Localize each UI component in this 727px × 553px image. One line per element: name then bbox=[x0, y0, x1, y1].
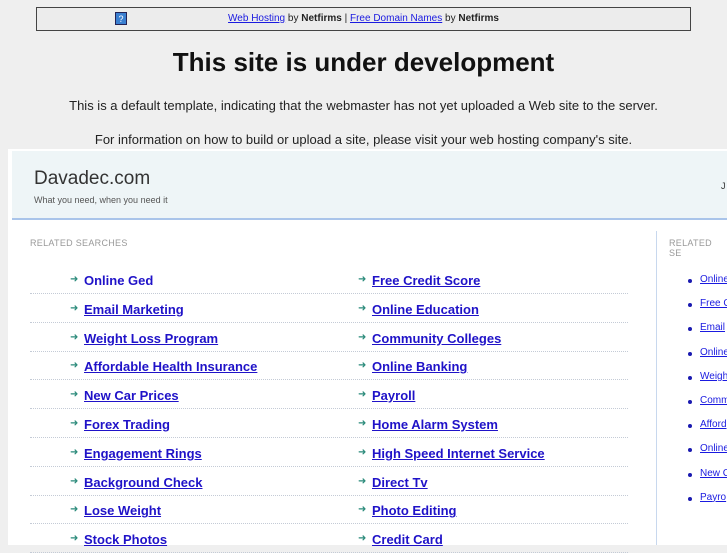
bullet-icon bbox=[688, 375, 692, 380]
page-title: This site is under development bbox=[172, 47, 555, 77]
bullet-icon bbox=[688, 472, 692, 477]
sidebar-search-link[interactable]: Comm bbox=[700, 395, 727, 406]
bullet-icon bbox=[688, 400, 692, 404]
arrow-icon: ➜ bbox=[358, 446, 367, 458]
search-row: ➜ Email Marketing ➜ Online Education bbox=[30, 294, 628, 323]
arrow-icon: ➜ bbox=[358, 475, 367, 487]
sidebar-search-link[interactable]: Weigh bbox=[700, 371, 727, 382]
bullet-icon bbox=[688, 279, 692, 283]
arrow-icon: ➜ bbox=[70, 302, 79, 314]
bullet-icon bbox=[688, 496, 692, 501]
info-text-2: For information on how to build or uploa… bbox=[94, 132, 633, 147]
sidebar-divider bbox=[656, 231, 657, 545]
arrow-icon: ➜ bbox=[70, 504, 79, 516]
free-domain-link[interactable]: Free Domain Names bbox=[350, 13, 442, 24]
arrow-icon: ➜ bbox=[70, 331, 79, 343]
bullet-icon bbox=[688, 303, 692, 308]
sidebar-heading: RELATED SE bbox=[669, 238, 712, 258]
related-search-link[interactable]: Community Colleges bbox=[372, 331, 501, 346]
related-search-link[interactable]: Lose Weight bbox=[84, 503, 161, 518]
related-search-link[interactable]: Online Banking bbox=[372, 359, 467, 374]
bullet-icon bbox=[688, 424, 692, 429]
site-logo[interactable]: Davadec.com bbox=[34, 168, 150, 190]
sidebar-search-link[interactable]: Afford bbox=[700, 419, 727, 430]
sidebar-search-link[interactable]: Online bbox=[700, 443, 727, 454]
site-header: Davadec.com What you need, when you need… bbox=[12, 151, 727, 220]
search-row: ➜ Affordable Health Insurance ➜ Online Bank… bbox=[30, 351, 628, 381]
sidebar-search-link[interactable]: Free C bbox=[700, 298, 727, 309]
related-search-link[interactable]: Home Alarm System bbox=[372, 417, 498, 432]
search-row: ➜ Background Check ➜ Direct Tv bbox=[30, 467, 628, 496]
search-row: ➜ Online Ged ➜ Free Credit Score bbox=[30, 265, 628, 294]
search-row: ➜ Lose Weight ➜ Photo Editing bbox=[30, 495, 628, 525]
search-row: ➜ Forex Trading ➜ Home Alarm System bbox=[30, 409, 628, 438]
related-search-link[interactable]: Affordable Health Insurance bbox=[84, 359, 257, 374]
sidebar-search-link[interactable]: Online bbox=[700, 274, 727, 285]
arrow-icon: ➜ bbox=[70, 446, 79, 458]
sidebar-search-link[interactable]: Online bbox=[700, 347, 727, 358]
info-text-1: This is a default template, indicating t… bbox=[69, 98, 658, 113]
web-hosting-link[interactable]: Web Hosting bbox=[228, 13, 285, 24]
arrow-icon: ➜ bbox=[358, 360, 367, 372]
arrow-icon: ➜ bbox=[70, 360, 79, 372]
related-search-link[interactable]: High Speed Internet Service bbox=[372, 446, 545, 461]
related-search-link[interactable]: Email Marketing bbox=[84, 302, 184, 317]
arrow-icon: ➜ bbox=[358, 274, 367, 285]
related-search-link[interactable]: Online Education bbox=[372, 302, 479, 317]
related-search-link[interactable]: Direct Tv bbox=[372, 475, 428, 490]
arrow-icon: ➜ bbox=[358, 533, 367, 545]
sidebar-search-link[interactable]: Payro bbox=[700, 492, 726, 503]
site-tagline: What you need, when you need it bbox=[34, 195, 168, 205]
arrow-icon: ➜ bbox=[358, 504, 367, 516]
arrow-icon: ➜ bbox=[358, 418, 367, 429]
sidebar-search-link[interactable]: New C bbox=[700, 468, 727, 479]
bullet-icon bbox=[688, 448, 692, 453]
hosting-banner: ? Web Hosting by Netfirms | Free Domain … bbox=[36, 7, 691, 31]
search-row: ➜ Stock Photos ➜ Credit Card bbox=[30, 524, 628, 553]
related-search-link[interactable]: Payroll bbox=[372, 388, 415, 403]
arrow-icon: ➜ bbox=[70, 533, 79, 545]
related-search-link[interactable]: Free Credit Score bbox=[372, 273, 480, 288]
related-search-link[interactable]: New Car Prices bbox=[84, 388, 179, 403]
related-search-link[interactable]: Engagement Rings bbox=[84, 446, 202, 461]
related-search-link[interactable]: Photo Editing bbox=[372, 503, 456, 518]
header-right-text: J bbox=[721, 181, 726, 191]
bullet-icon bbox=[688, 351, 692, 356]
arrow-icon: ➜ bbox=[358, 302, 367, 314]
sidebar-search-link[interactable]: Email bbox=[700, 322, 725, 333]
related-search-link[interactable]: Forex Trading bbox=[84, 417, 170, 432]
arrow-icon: ➜ bbox=[358, 331, 367, 343]
parked-page-frame: Davadec.com What you need, when you need… bbox=[8, 149, 727, 553]
search-row: ➜ Engagement Rings ➜ High Speed Internet Se… bbox=[30, 438, 628, 467]
bullet-icon bbox=[688, 327, 692, 332]
arrow-icon: ➜ bbox=[70, 389, 79, 401]
related-search-link[interactable]: Online Ged bbox=[84, 273, 153, 288]
related-search-link[interactable]: Background Check bbox=[84, 475, 202, 490]
arrow-icon: ➜ bbox=[70, 475, 79, 487]
search-row: ➜ New Car Prices ➜ Payroll bbox=[30, 380, 628, 410]
arrow-icon: ➜ bbox=[358, 389, 367, 401]
search-row: ➜ Weight Loss Program ➜ Community Colleges bbox=[30, 323, 628, 352]
related-search-link[interactable]: Weight Loss Program bbox=[84, 331, 218, 346]
help-icon[interactable]: ? bbox=[115, 12, 127, 25]
arrow-icon: ➜ bbox=[70, 418, 79, 429]
arrow-icon: ➜ bbox=[70, 274, 79, 285]
related-searches-heading: RELATED SEARCHES bbox=[30, 238, 128, 248]
